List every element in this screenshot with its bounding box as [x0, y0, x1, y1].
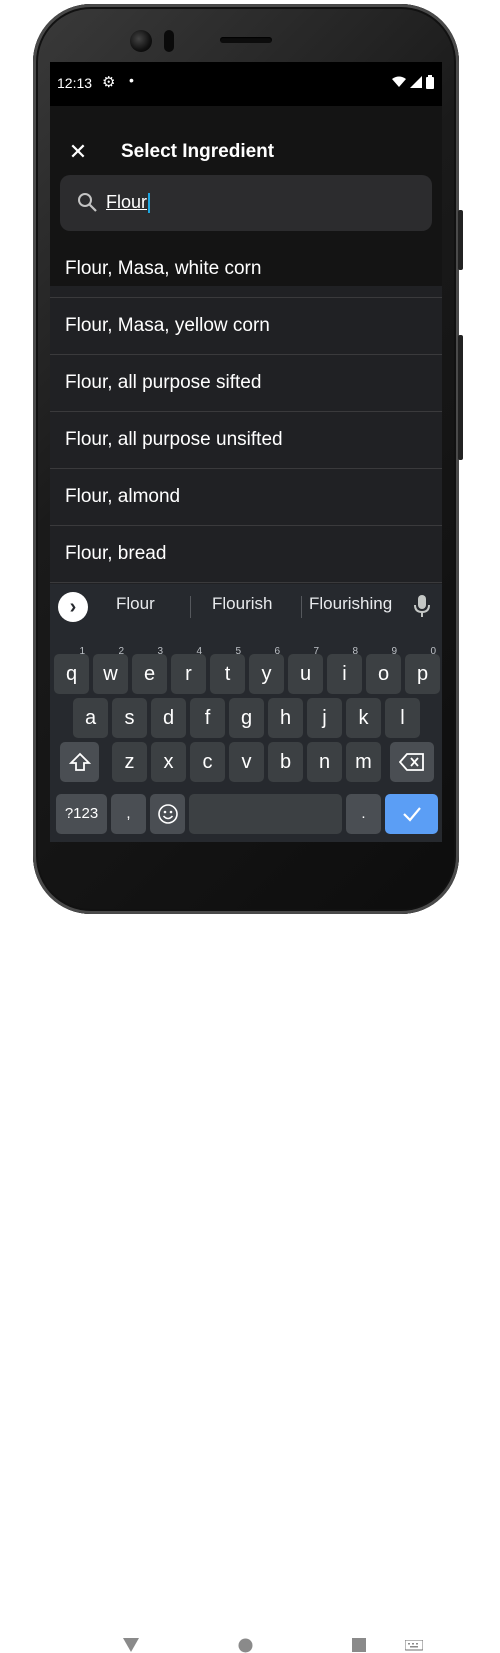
shift-icon	[68, 752, 91, 771]
key-x[interactable]: x	[151, 742, 186, 782]
results-list: Flour, Masa, white corn Flour, Masa, yel…	[50, 241, 442, 583]
comma-key[interactable]: ,	[111, 794, 146, 834]
key-label: e	[143, 663, 156, 685]
key-g[interactable]: g	[229, 698, 264, 738]
front-camera	[130, 30, 152, 52]
list-item[interactable]: Flour, almond	[50, 469, 442, 526]
list-item[interactable]: Flour, Masa, yellow corn	[50, 298, 442, 355]
key-hint: 5	[235, 646, 241, 657]
key-a[interactable]: a	[73, 698, 108, 738]
signal-icon	[410, 76, 422, 88]
earpiece-speaker	[220, 37, 272, 43]
key-v[interactable]: v	[229, 742, 264, 782]
key-i[interactable]: i8	[327, 646, 362, 694]
key-u[interactable]: u7	[288, 646, 323, 694]
key-label: q	[65, 663, 78, 685]
suggestion-1[interactable]: Flour	[116, 594, 155, 614]
key-label: o	[377, 663, 390, 685]
key-hint: 2	[118, 646, 124, 657]
suggestion-3[interactable]: Flourishing	[309, 594, 392, 614]
key-d[interactable]: d	[151, 698, 186, 738]
key-hint: 3	[157, 646, 163, 657]
key-label: r	[185, 663, 192, 685]
list-item[interactable]: Flour, all purpose unsifted	[50, 412, 442, 469]
enter-key[interactable]	[385, 794, 438, 834]
power-button	[458, 335, 463, 460]
key-t[interactable]: t5	[210, 646, 245, 694]
key-label: t	[224, 663, 231, 685]
back-icon[interactable]	[122, 1637, 140, 1653]
space-bar[interactable]	[189, 794, 342, 834]
battery-icon	[426, 75, 434, 89]
shift-key[interactable]	[60, 742, 99, 782]
status-bar: 12:13 ⚙ •	[50, 62, 442, 106]
proximity-sensor	[164, 30, 174, 52]
key-label: u	[299, 663, 312, 685]
suggestion-2[interactable]: Flourish	[212, 594, 272, 614]
key-j[interactable]: j	[307, 698, 342, 738]
key-hint: 6	[274, 646, 280, 657]
gear-icon: ⚙	[102, 74, 116, 91]
key-h[interactable]: h	[268, 698, 303, 738]
key-hint: 0	[430, 646, 436, 657]
key-hint: 4	[196, 646, 202, 657]
page-title: Select Ingredient	[121, 141, 275, 162]
key-k[interactable]: k	[346, 698, 381, 738]
status-time: 12:13	[57, 75, 93, 91]
key-label: w	[103, 663, 118, 685]
emoji-icon	[157, 804, 178, 824]
key-c[interactable]: c	[190, 742, 225, 782]
recents-icon[interactable]	[352, 1638, 366, 1652]
emoji-key[interactable]	[150, 794, 185, 834]
symbols-key[interactable]: ?123	[56, 794, 107, 834]
suggestion-divider	[301, 596, 302, 618]
key-p[interactable]: p0	[405, 646, 440, 694]
key-label: y	[261, 663, 272, 685]
key-hint: 1	[79, 646, 85, 657]
keyboard: › Flour Flourish Flourishing q1w2e3r4t5y…	[50, 584, 442, 842]
key-b[interactable]: b	[268, 742, 303, 782]
text-caret	[148, 193, 151, 214]
key-q[interactable]: q1	[54, 646, 89, 694]
list-item[interactable]: Flour, all purpose sifted	[50, 355, 442, 412]
search-icon	[78, 193, 97, 212]
status-icons	[392, 75, 434, 89]
key-y[interactable]: y6	[249, 646, 284, 694]
key-r[interactable]: r4	[171, 646, 206, 694]
key-w[interactable]: w2	[93, 646, 128, 694]
home-icon[interactable]	[238, 1638, 253, 1653]
screen: 12:13 ⚙ • ✕ Select Ingredient Flour Flou…	[50, 62, 442, 842]
key-m[interactable]: m	[346, 742, 381, 782]
key-z[interactable]: z	[112, 742, 147, 782]
key-label: p	[416, 663, 429, 685]
key-label: i	[342, 663, 347, 685]
key-o[interactable]: o9	[366, 646, 401, 694]
volume-button	[458, 210, 463, 270]
key-l[interactable]: l	[385, 698, 420, 738]
chevron-right-icon[interactable]: ›	[58, 592, 88, 622]
key-hint: 7	[313, 646, 319, 657]
list-item[interactable]: Flour, Masa, white corn	[50, 241, 442, 298]
backspace-icon	[398, 753, 424, 771]
close-icon[interactable]: ✕	[64, 138, 92, 166]
suggestion-strip: › Flour Flourish Flourishing	[50, 584, 442, 626]
search-box[interactable]: Flour	[60, 175, 432, 231]
suggestion-divider	[190, 596, 191, 618]
check-icon	[402, 807, 421, 822]
key-f[interactable]: f	[190, 698, 225, 738]
key-s[interactable]: s	[112, 698, 147, 738]
search-input[interactable]: Flour	[106, 190, 151, 214]
key-hint: 8	[352, 646, 358, 657]
wifi-icon	[392, 76, 406, 87]
key-hint: 9	[391, 646, 397, 657]
microphone-icon[interactable]	[413, 594, 431, 618]
keyboard-switch-icon[interactable]	[405, 1640, 423, 1652]
period-key[interactable]: .	[346, 794, 381, 834]
key-n[interactable]: n	[307, 742, 342, 782]
key-e[interactable]: e3	[132, 646, 167, 694]
backspace-key[interactable]	[390, 742, 434, 782]
notification-dot: •	[129, 72, 134, 88]
list-item[interactable]: Flour, bread	[50, 526, 442, 583]
